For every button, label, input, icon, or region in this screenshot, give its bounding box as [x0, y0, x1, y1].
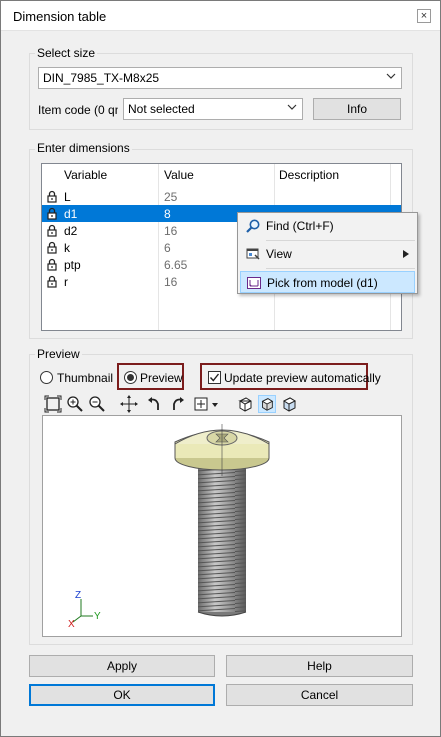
preview-radio[interactable]: [124, 371, 137, 384]
table-row[interactable]: L 25: [42, 188, 401, 205]
preview-label[interactable]: Preview: [140, 371, 183, 385]
column-header-description[interactable]: Description: [279, 168, 339, 182]
menu-item-find-label: Find (Ctrl+F): [266, 219, 334, 233]
menu-item-find[interactable]: Find (Ctrl+F): [240, 215, 415, 237]
lock-icon: [47, 190, 57, 203]
cancel-button[interactable]: Cancel: [226, 684, 413, 706]
radio-dot: [127, 374, 134, 381]
lock-icon: [47, 224, 57, 237]
value-cell[interactable]: 16: [164, 275, 177, 289]
menu-item-pick-label: Pick from model (d1): [267, 276, 378, 290]
menu-item-pick-from-model[interactable]: Pick from model (d1): [240, 271, 415, 293]
size-combobox[interactable]: DIN_7985_TX-M8x25: [38, 67, 402, 89]
variable-cell: k: [64, 241, 70, 255]
item-code-label: Item code (0 qnt: [38, 103, 118, 117]
column-header-variable[interactable]: Variable: [64, 168, 107, 182]
column-header-value[interactable]: Value: [164, 168, 194, 182]
pan-icon[interactable]: [120, 395, 138, 413]
value-cell[interactable]: 6.65: [164, 258, 187, 272]
lock-icon: [47, 241, 57, 254]
checkmark-icon: [209, 373, 220, 382]
variable-cell: d2: [64, 224, 78, 238]
thumbnail-label[interactable]: Thumbnail: [57, 371, 113, 385]
variable-cell: r: [64, 275, 68, 289]
variable-cell: d1: [64, 207, 78, 221]
auto-update-label[interactable]: Update preview automatically: [224, 371, 381, 385]
menu-item-view-label: View: [266, 247, 292, 261]
render-wire-icon[interactable]: [280, 395, 298, 413]
enter-dimensions-legend: Enter dimensions: [35, 141, 132, 155]
variable-cell: ptp: [64, 258, 81, 272]
title-bar[interactable]: Dimension table ×: [1, 1, 440, 31]
preview-toolbar: [42, 393, 402, 415]
chevron-down-icon: [287, 104, 297, 110]
variable-cell: L: [64, 190, 71, 204]
value-cell[interactable]: 16: [164, 224, 177, 238]
preview-legend: Preview: [35, 347, 82, 361]
rotate-right-icon[interactable]: [168, 395, 186, 413]
auto-update-checkbox[interactable]: [208, 371, 221, 384]
value-cell[interactable]: 8: [164, 207, 171, 221]
close-button[interactable]: ×: [417, 9, 431, 23]
value-cell[interactable]: 25: [164, 190, 177, 204]
size-value: DIN_7985_TX-M8x25: [43, 71, 160, 85]
menu-item-view[interactable]: View: [240, 243, 415, 265]
zoom-fit-icon[interactable]: [44, 395, 62, 413]
axis-label-x: X: [68, 619, 75, 630]
view-orient-icon[interactable]: [192, 395, 210, 413]
item-code-value: Not selected: [128, 102, 195, 116]
lock-icon: [47, 258, 57, 271]
dimension-table-dialog: Dimension table × Select size DIN_7985_T…: [0, 0, 441, 737]
render-shaded-icon[interactable]: [258, 395, 276, 413]
thumbnail-radio[interactable]: [40, 371, 53, 384]
render-icon[interactable]: [236, 395, 254, 413]
axis-label-z: Z: [75, 590, 81, 601]
dropdown-arrow-icon[interactable]: [210, 395, 220, 413]
lock-icon: [47, 275, 57, 288]
help-button[interactable]: Help: [226, 655, 413, 677]
ok-button[interactable]: OK: [29, 684, 215, 706]
axis-label-y: Y: [94, 611, 101, 622]
magnifier-icon: [246, 219, 260, 233]
zoom-in-icon[interactable]: [66, 395, 84, 413]
select-size-legend: Select size: [35, 46, 98, 60]
window-title: Dimension table: [13, 9, 107, 24]
model-preview-viewport[interactable]: Z Y X: [42, 415, 402, 637]
item-code-combobox[interactable]: Not selected: [123, 98, 303, 120]
menu-separator: [266, 240, 415, 241]
info-button[interactable]: Info: [313, 98, 401, 120]
lock-icon: [47, 207, 57, 220]
screw-model-image: Z Y X: [68, 424, 270, 630]
submenu-arrow-icon: [403, 250, 409, 258]
rotate-left-icon[interactable]: [146, 395, 164, 413]
view-icon: [246, 248, 260, 260]
pick-icon: [247, 277, 261, 289]
value-cell[interactable]: 6: [164, 241, 171, 255]
menu-separator: [266, 268, 415, 269]
zoom-out-icon[interactable]: [88, 395, 106, 413]
apply-button[interactable]: Apply: [29, 655, 215, 677]
context-menu: Find (Ctrl+F) View Pick from model (d1): [237, 212, 418, 294]
chevron-down-icon: [386, 73, 396, 79]
